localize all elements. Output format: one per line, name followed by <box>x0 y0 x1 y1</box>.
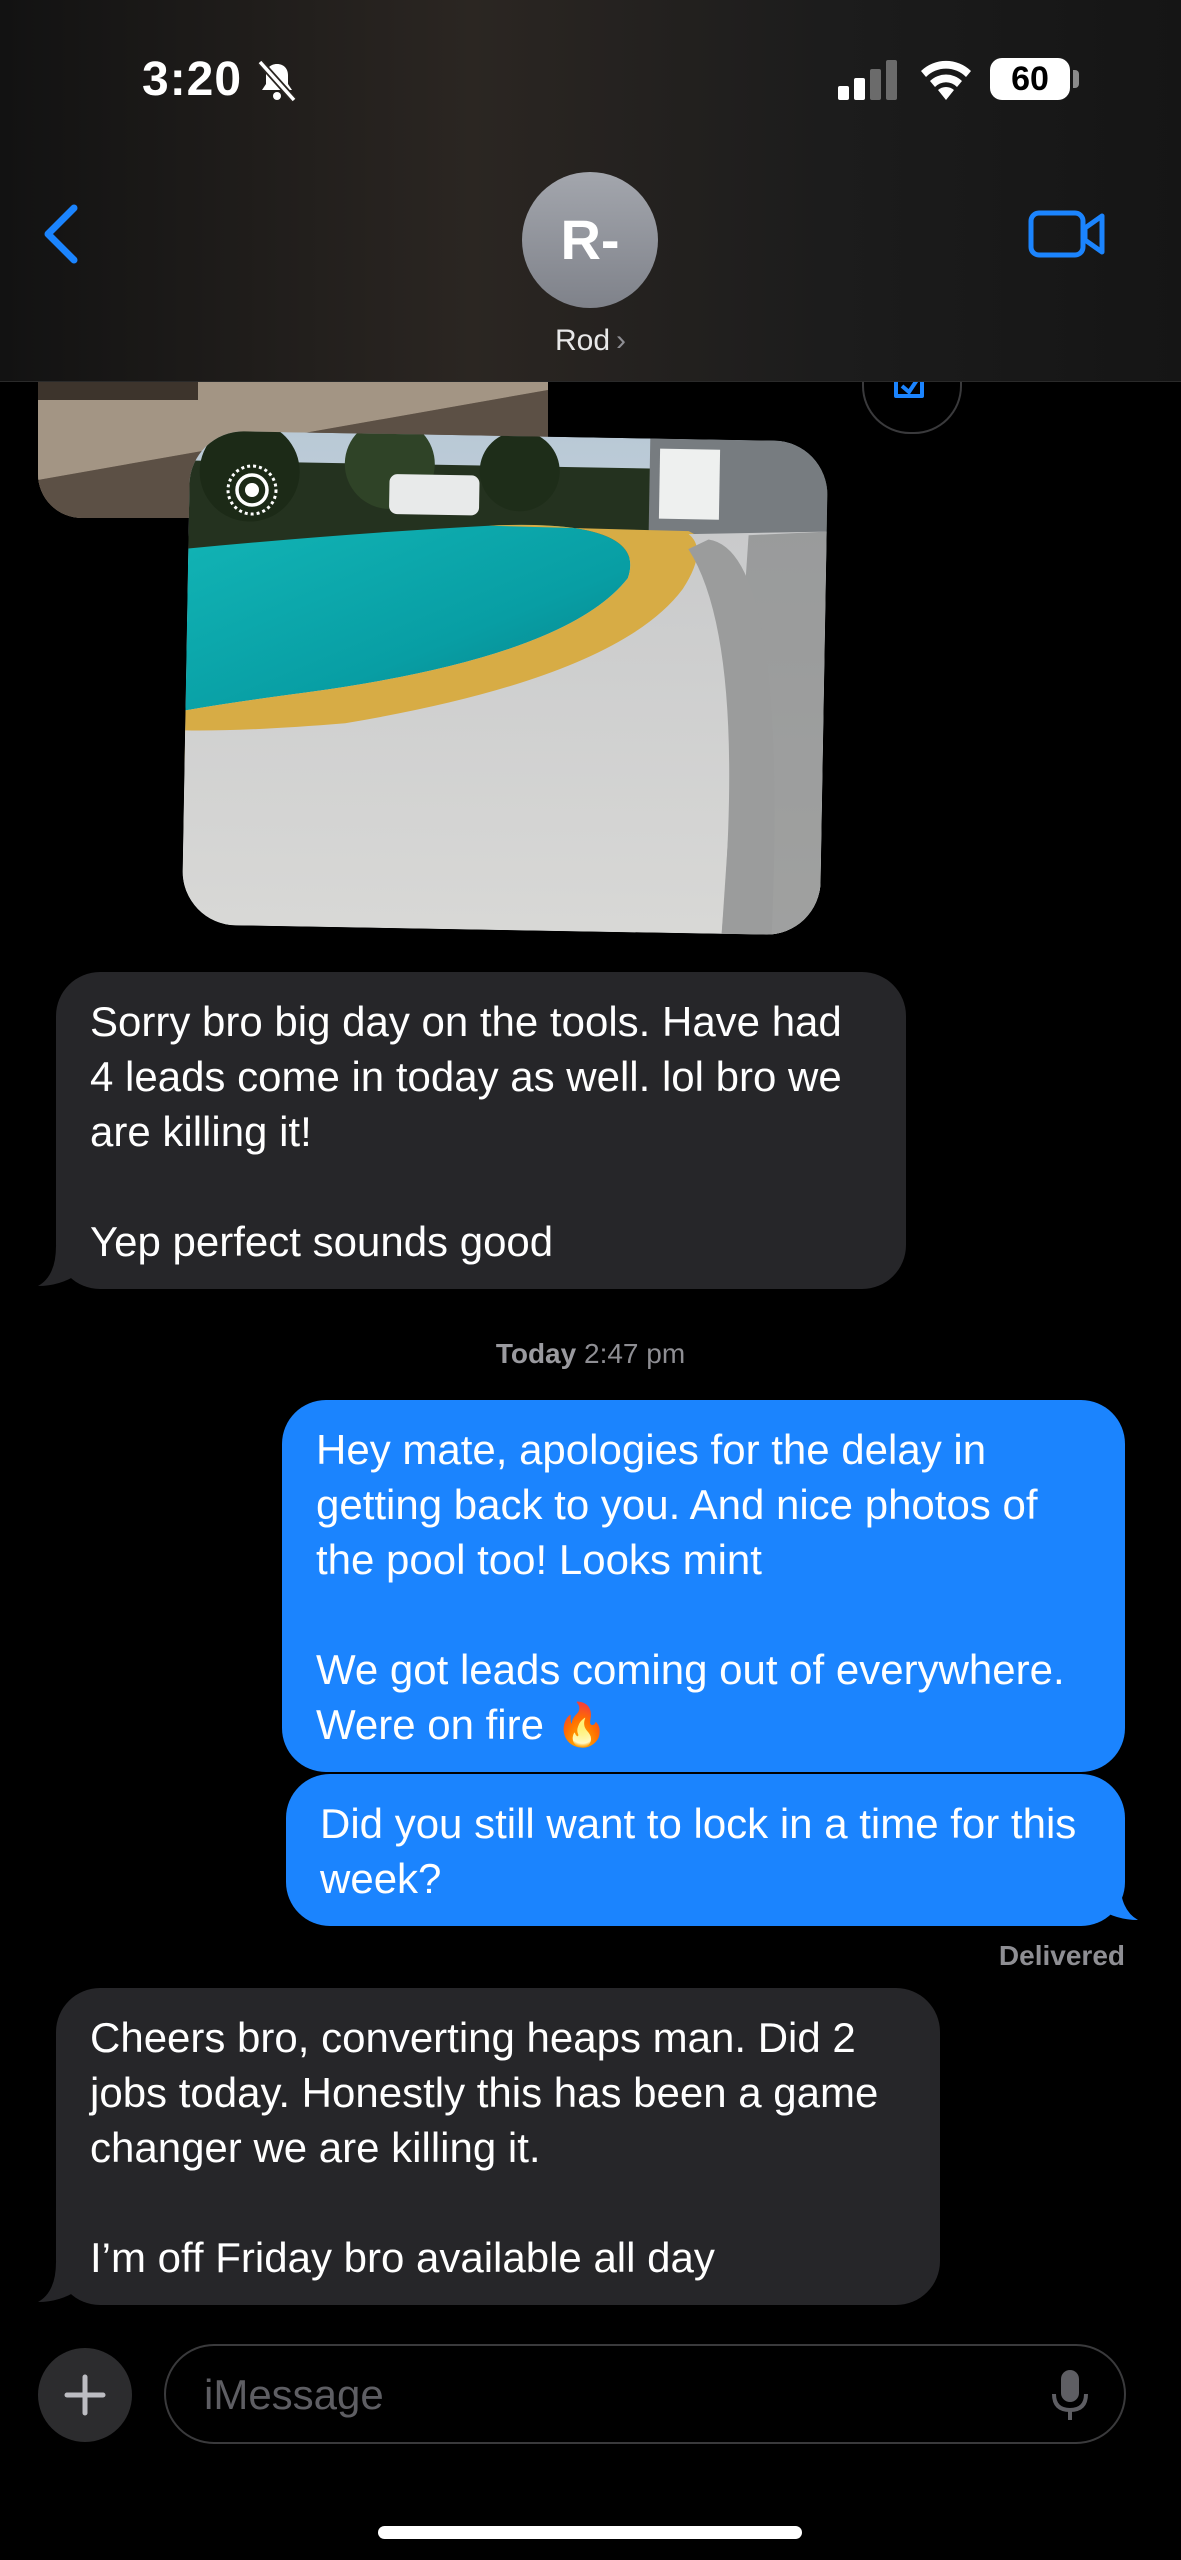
outgoing-bubble-tail <box>1098 1880 1138 1920</box>
cellular-signal-icon <box>838 60 897 100</box>
timestamp-time: 2:47 pm <box>584 1338 686 1369</box>
message-text: Hey mate, apologies for the delay in get… <box>316 1426 1065 1748</box>
delivery-status: Delivered <box>998 1940 1125 1971</box>
timestamp-day: Today <box>495 1338 577 1369</box>
message-input-container[interactable] <box>164 2344 1126 2444</box>
incoming-message-bubble[interactable]: Sorry bro big day on the tools. Have had… <box>56 972 906 1289</box>
contact-name-label: Rod <box>554 324 611 357</box>
message-text: Did you still want to lock in a time for… <box>320 1800 1088 1902</box>
incoming-bubble-tail <box>38 2262 78 2302</box>
status-time: 3:20 <box>142 53 243 106</box>
message-text: Cheers bro, converting heaps man. Did 2 … <box>90 2014 879 2281</box>
microphone-icon[interactable] <box>1050 2368 1090 2424</box>
incoming-bubble-tail <box>38 1246 78 1286</box>
message-text: Sorry bro big day on the tools. Have had… <box>90 998 842 1265</box>
chevron-right-icon: › <box>616 324 627 357</box>
incoming-message-bubble[interactable]: Cheers bro, converting heaps man. Did 2 … <box>56 1988 940 2305</box>
battery-cap <box>1073 70 1079 88</box>
add-attachment-button[interactable] <box>38 2348 132 2442</box>
conversation-header: 3:20 60 R- Rod › <box>0 0 1181 382</box>
plus-icon <box>64 2374 106 2416</box>
contact-name[interactable]: Rod › <box>0 324 1181 358</box>
home-indicator[interactable] <box>378 2526 802 2539</box>
wifi-icon <box>921 60 971 100</box>
live-photo-icon[interactable] <box>224 462 280 518</box>
header-divider <box>0 381 1181 382</box>
outgoing-message-bubble[interactable]: Hey mate, apologies for the delay in get… <box>282 1400 1125 1772</box>
message-input[interactable] <box>202 2346 986 2444</box>
video-camera-icon[interactable] <box>1028 208 1106 260</box>
battery-icon: 60 <box>990 58 1070 100</box>
outgoing-message-bubble[interactable]: Did you still want to lock in a time for… <box>286 1774 1125 1926</box>
bell-slash-icon <box>257 59 297 103</box>
message-timestamp: Today 2:47 pm <box>0 1338 1181 1370</box>
contact-avatar[interactable]: R- <box>522 172 658 308</box>
back-chevron-icon[interactable] <box>38 202 88 266</box>
